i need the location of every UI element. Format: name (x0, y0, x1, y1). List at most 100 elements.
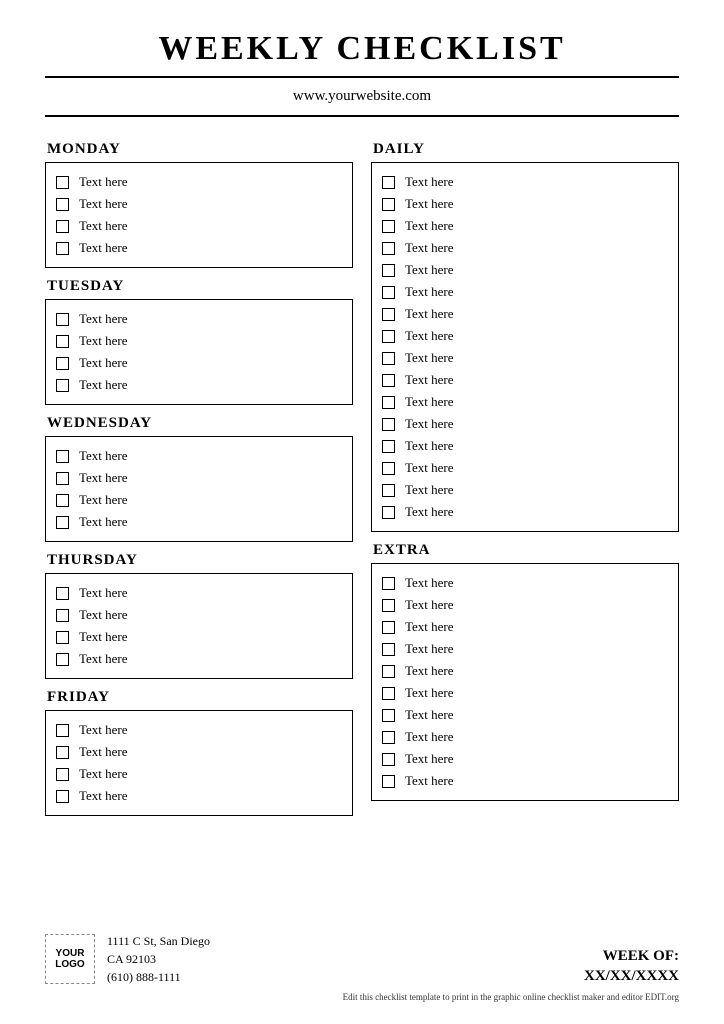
item-text: Text here (79, 788, 128, 804)
checkbox-icon[interactable] (382, 242, 395, 255)
item-text: Text here (79, 629, 128, 645)
checkbox-icon[interactable] (382, 308, 395, 321)
checkbox-icon[interactable] (382, 352, 395, 365)
checkbox-icon[interactable] (56, 379, 69, 392)
item-text: Text here (79, 744, 128, 760)
divider-bottom (45, 115, 679, 117)
checkbox-icon[interactable] (382, 599, 395, 612)
section-title-monday: MONDAY (47, 141, 353, 158)
item-text: Text here (79, 585, 128, 601)
checkbox-icon[interactable] (382, 731, 395, 744)
list-item: Text here (382, 435, 668, 457)
checkbox-icon[interactable] (56, 516, 69, 529)
checkbox-icon[interactable] (56, 768, 69, 781)
checkbox-icon[interactable] (382, 775, 395, 788)
phone: (610) 888-1111 (107, 968, 210, 986)
item-text: Text here (405, 350, 454, 366)
checkbox-icon[interactable] (56, 357, 69, 370)
item-text: Text here (405, 306, 454, 322)
checkbox-icon[interactable] (382, 418, 395, 431)
list-item: Text here (382, 303, 668, 325)
checkbox-icon[interactable] (56, 746, 69, 759)
checkbox-icon[interactable] (382, 176, 395, 189)
checkbox-icon[interactable] (56, 313, 69, 326)
checkbox-icon[interactable] (56, 631, 69, 644)
list-item: Text here (382, 638, 668, 660)
checkbox-icon[interactable] (382, 396, 395, 409)
item-text: Text here (405, 729, 454, 745)
checkbox-icon[interactable] (56, 609, 69, 622)
item-text: Text here (79, 651, 128, 667)
checkbox-icon[interactable] (382, 220, 395, 233)
checkbox-icon[interactable] (382, 462, 395, 475)
item-text: Text here (79, 492, 128, 508)
address-line-1: 1111 C St, San Diego (107, 932, 210, 950)
checkbox-icon[interactable] (382, 687, 395, 700)
item-text: Text here (79, 218, 128, 234)
item-text: Text here (79, 766, 128, 782)
checkbox-icon[interactable] (56, 220, 69, 233)
columns: MONDAYText hereText hereText hereText he… (45, 141, 679, 816)
list-item: Text here (56, 719, 342, 741)
list-item: Text here (56, 171, 342, 193)
checkbox-icon[interactable] (56, 724, 69, 737)
checkbox-icon[interactable] (382, 484, 395, 497)
checkbox-icon[interactable] (56, 587, 69, 600)
list-item: Text here (382, 215, 668, 237)
list-item: Text here (382, 369, 668, 391)
checkbox-icon[interactable] (56, 198, 69, 211)
checkbox-icon[interactable] (382, 198, 395, 211)
item-text: Text here (405, 284, 454, 300)
list-item: Text here (382, 281, 668, 303)
list-item: Text here (382, 501, 668, 523)
footer-left: YOUR LOGO 1111 C St, San Diego CA 92103 … (45, 932, 210, 986)
checkbox-icon[interactable] (56, 494, 69, 507)
section-title-wednesday: WEDNESDAY (47, 415, 353, 432)
checkbox-icon[interactable] (382, 709, 395, 722)
page-title: WEEKLY CHECKLIST (45, 30, 679, 68)
item-text: Text here (405, 482, 454, 498)
item-text: Text here (405, 597, 454, 613)
checkbox-icon[interactable] (56, 335, 69, 348)
checkbox-icon[interactable] (56, 176, 69, 189)
checkbox-icon[interactable] (56, 653, 69, 666)
section-box-thursday: Text hereText hereText hereText here (45, 573, 353, 679)
list-item: Text here (382, 748, 668, 770)
checkbox-icon[interactable] (382, 665, 395, 678)
checkbox-icon[interactable] (382, 264, 395, 277)
section-box-friday: Text here Text here Text here Text here (45, 710, 353, 816)
checkbox-icon[interactable] (382, 753, 395, 766)
section-box-tuesday: Text hereText hereText hereText here (45, 299, 353, 405)
checkbox-icon[interactable] (56, 472, 69, 485)
item-text: Text here (405, 663, 454, 679)
checkbox-icon[interactable] (382, 374, 395, 387)
section-title-friday: FRIDAY (47, 689, 353, 706)
checkbox-icon[interactable] (56, 242, 69, 255)
item-text: Text here (79, 377, 128, 393)
address-line-2: CA 92103 (107, 950, 210, 968)
checkbox-icon[interactable] (382, 506, 395, 519)
list-item: Text here (56, 237, 342, 259)
item-text: Text here (405, 707, 454, 723)
footnote: Edit this checklist template to print in… (45, 992, 679, 1002)
list-item: Text here (56, 648, 342, 670)
item-text: Text here (79, 355, 128, 371)
item-text: Text here (79, 196, 128, 212)
item-text: Text here (79, 174, 128, 190)
checkbox-icon[interactable] (382, 643, 395, 656)
item-text: Text here (405, 504, 454, 520)
checkbox-icon[interactable] (382, 577, 395, 590)
item-text: Text here (405, 438, 454, 454)
checkbox-icon[interactable] (382, 330, 395, 343)
checkbox-icon[interactable] (382, 286, 395, 299)
list-item: Text here (382, 193, 668, 215)
item-text: Text here (405, 575, 454, 591)
week-of-value: XX/XX/XXXX (584, 967, 679, 987)
checkbox-icon[interactable] (382, 440, 395, 453)
section-box-daily: Text hereText hereText hereText hereText… (371, 162, 679, 532)
list-item: Text here (56, 193, 342, 215)
checkbox-icon[interactable] (56, 790, 69, 803)
checkbox-icon[interactable] (382, 621, 395, 634)
section-title-extra: EXTRA (373, 542, 679, 559)
checkbox-icon[interactable] (56, 450, 69, 463)
